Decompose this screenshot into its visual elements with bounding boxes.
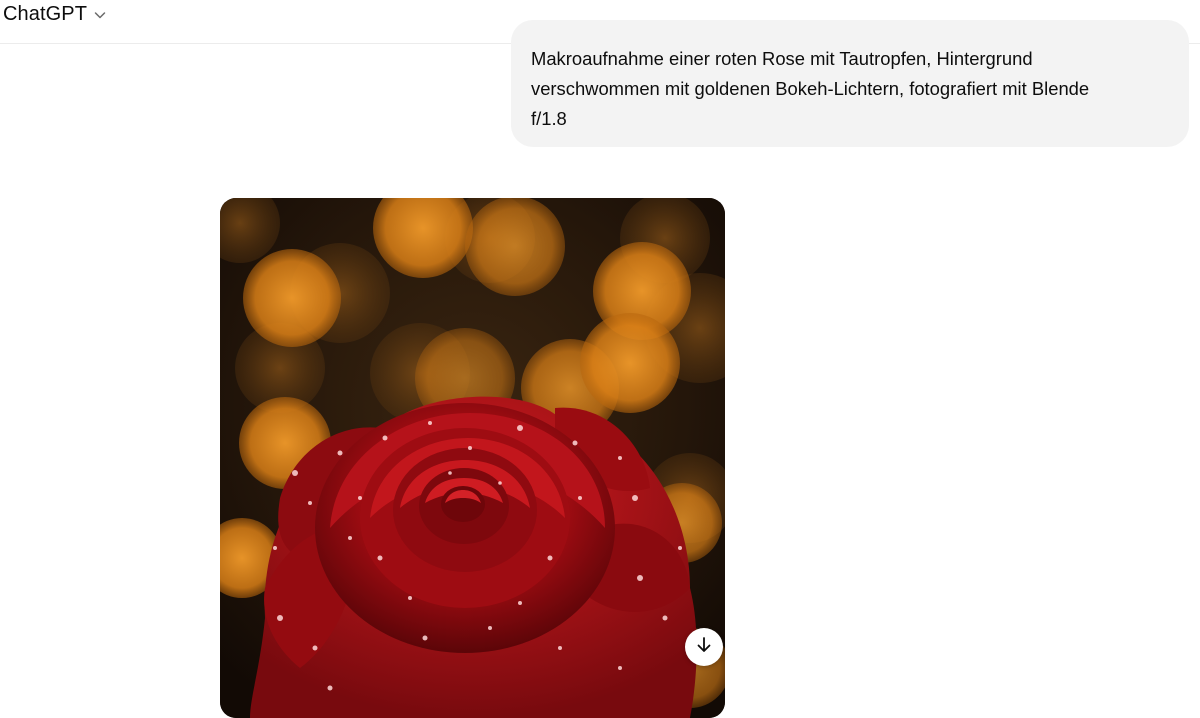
model-name-label: ChatGPT — [3, 3, 88, 25]
generated-image[interactable] — [220, 198, 725, 718]
model-switcher-button[interactable]: ChatGPT — [3, 1, 107, 27]
chevron-down-icon — [93, 8, 107, 22]
download-image-button[interactable] — [685, 628, 723, 666]
user-message-bubble: Makroaufnahme einer roten Rose mit Tautr… — [511, 20, 1189, 147]
user-message-text: Makroaufnahme einer roten Rose mit Tautr… — [531, 48, 1090, 129]
download-arrow-icon — [694, 635, 714, 660]
rose-image-graphic — [220, 198, 725, 718]
